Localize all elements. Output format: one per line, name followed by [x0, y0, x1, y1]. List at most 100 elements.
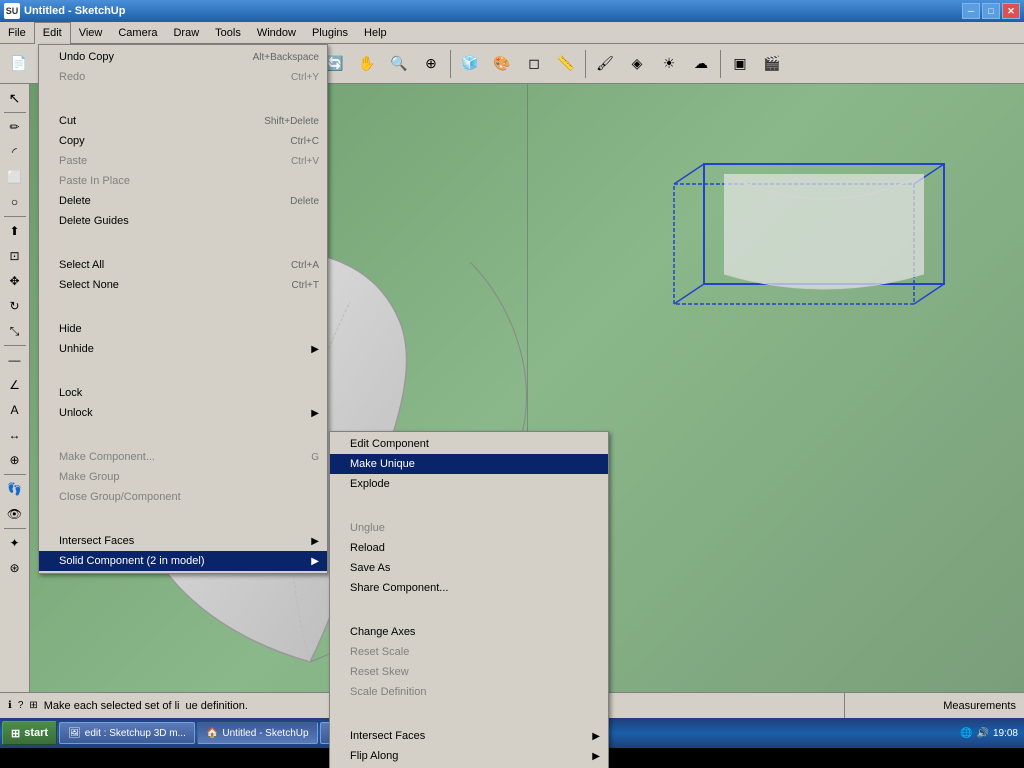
- submenu-edit-component[interactable]: Edit Component: [330, 434, 608, 454]
- shadow-button[interactable]: ☀: [654, 49, 684, 79]
- scene-button[interactable]: 🎬: [757, 49, 787, 79]
- measure-button[interactable]: 📏: [551, 49, 581, 79]
- menu-help[interactable]: Help: [356, 22, 395, 44]
- style-button[interactable]: 🖌: [590, 49, 620, 79]
- rotate-tool[interactable]: ↻: [3, 294, 27, 318]
- submenu-sep-1: [330, 496, 608, 516]
- question-icon: ?: [18, 700, 24, 711]
- circle-tool[interactable]: ○: [3, 190, 27, 214]
- menu-plugins[interactable]: Plugins: [304, 22, 356, 44]
- left-toolbar: ↖ ✏ ◜ ⬜ ○ ⬆ ⊡ ✥ ↻ ⤡ — ∠ A ↔ ⊕ 👣 👁 ✦ ⊛: [0, 84, 30, 692]
- extra-tool[interactable]: ⊛: [3, 556, 27, 580]
- rect-tool[interactable]: ⬜: [3, 165, 27, 189]
- menu-overlay: Undo Copy Alt+Backspace Redo Ctrl+Y Cut …: [30, 84, 1024, 222]
- section-button[interactable]: ◈: [622, 49, 652, 79]
- menu-paste-in-place[interactable]: Paste In Place: [39, 171, 327, 191]
- eraser-button[interactable]: ◻: [519, 49, 549, 79]
- component-button[interactable]: 🧊: [455, 49, 485, 79]
- menubar: File Edit View Camera Draw Tools Window …: [0, 22, 1024, 44]
- menu-select-all[interactable]: Select All Ctrl+A: [39, 255, 327, 275]
- taskbar-icon-1: 🖼: [68, 728, 81, 739]
- taskbar-tray: 🌐 🔊 19:08: [956, 728, 1022, 739]
- zoom-ext-button[interactable]: ⊕: [416, 49, 446, 79]
- section-plane-tool[interactable]: ✦: [3, 531, 27, 555]
- paint-button[interactable]: 🎨: [487, 49, 517, 79]
- menu-edit[interactable]: Edit: [34, 22, 71, 44]
- info-icon: ℹ: [8, 700, 12, 711]
- offset-tool[interactable]: ⊡: [3, 244, 27, 268]
- menu-copy[interactable]: Copy Ctrl+C: [39, 131, 327, 151]
- status-text: Make each selected set of li: [44, 700, 180, 712]
- protractor-tool[interactable]: ∠: [3, 373, 27, 397]
- dimension-tool[interactable]: ↔: [3, 423, 27, 447]
- layer-button[interactable]: ▣: [725, 49, 755, 79]
- menu-view[interactable]: View: [71, 22, 111, 44]
- submenu-explode[interactable]: Explode: [330, 474, 608, 494]
- submenu-unglue[interactable]: Unglue: [330, 518, 608, 538]
- tape-tool[interactable]: —: [3, 348, 27, 372]
- menu-file[interactable]: File: [0, 22, 34, 44]
- menu-hide[interactable]: Hide: [39, 319, 327, 339]
- menu-sep-3: [39, 297, 327, 317]
- arc-tool[interactable]: ◜: [3, 140, 27, 164]
- menu-lock[interactable]: Lock: [39, 383, 327, 403]
- taskbar-label-2: Untitled - SketchUp: [222, 728, 308, 739]
- status-right-text: ue definition.: [186, 700, 248, 712]
- menu-camera[interactable]: Camera: [110, 22, 165, 44]
- menu-sep-5: [39, 425, 327, 445]
- menu-paste[interactable]: Paste Ctrl+V: [39, 151, 327, 171]
- fog-button[interactable]: ☁: [686, 49, 716, 79]
- select-tool[interactable]: ↖: [3, 86, 27, 110]
- new-button[interactable]: 📄: [4, 49, 34, 79]
- submenu-share-component[interactable]: Share Component...: [330, 578, 608, 598]
- speaker-icon: 🔊: [977, 728, 989, 739]
- axes-tool[interactable]: ⊕: [3, 448, 27, 472]
- titlebar-buttons[interactable]: ─ □ ✕: [962, 3, 1020, 19]
- menu-delete-guides[interactable]: Delete Guides: [39, 211, 327, 231]
- canvas-area[interactable]: Undo Copy Alt+Backspace Redo Ctrl+Y Cut …: [30, 84, 1024, 692]
- menu-tools[interactable]: Tools: [207, 22, 249, 44]
- close-button[interactable]: ✕: [1002, 3, 1020, 19]
- start-button[interactable]: ⊞ start: [2, 721, 57, 745]
- edit-menu: Undo Copy Alt+Backspace Redo Ctrl+Y Cut …: [38, 84, 328, 574]
- menu-unhide[interactable]: Unhide ▶: [39, 339, 327, 359]
- pan-button[interactable]: ✋: [352, 49, 382, 79]
- maximize-button[interactable]: □: [982, 3, 1000, 19]
- menu-unlock[interactable]: Unlock ▶: [39, 403, 327, 423]
- measurements-label: Measurements: [844, 693, 1024, 718]
- text-tool[interactable]: A: [3, 398, 27, 422]
- submenu-scale-definition[interactable]: Scale Definition: [330, 682, 608, 692]
- menu-solid-component[interactable]: Solid Component (2 in model) ▶: [39, 551, 327, 571]
- move-tool[interactable]: ✥: [3, 269, 27, 293]
- menu-draw[interactable]: Draw: [165, 22, 207, 44]
- lt-sep-1: [4, 112, 26, 113]
- submenu-save-as[interactable]: Save As: [330, 558, 608, 578]
- menu-redo[interactable]: Redo Ctrl+Y: [39, 84, 327, 87]
- main-layout: ↖ ✏ ◜ ⬜ ○ ⬆ ⊡ ✥ ↻ ⤡ — ∠ A ↔ ⊕ 👣 👁 ✦ ⊛: [0, 84, 1024, 692]
- taskbar-item-2[interactable]: 🏠 Untitled - SketchUp: [197, 722, 318, 744]
- menu-intersect-faces[interactable]: Intersect Faces ▶: [39, 531, 327, 551]
- minimize-button[interactable]: ─: [962, 3, 980, 19]
- submenu-reset-scale[interactable]: Reset Scale: [330, 642, 608, 662]
- menu-make-component[interactable]: Make Component... G: [39, 447, 327, 467]
- toolbar-separator-6: [585, 50, 586, 78]
- submenu-change-axes[interactable]: Change Axes: [330, 622, 608, 642]
- scale-tool[interactable]: ⤡: [3, 319, 27, 343]
- line-tool[interactable]: ✏: [3, 115, 27, 139]
- titlebar: SU Untitled - SketchUp ─ □ ✕: [0, 0, 1024, 22]
- menu-delete[interactable]: Delete Delete: [39, 191, 327, 211]
- submenu-reset-skew[interactable]: Reset Skew: [330, 662, 608, 682]
- push-pull-tool[interactable]: ⬆: [3, 219, 27, 243]
- menu-close-group[interactable]: Close Group/Component: [39, 487, 327, 507]
- zoom-button[interactable]: 🔍: [384, 49, 414, 79]
- submenu-make-unique[interactable]: Make Unique: [330, 454, 608, 474]
- taskbar-icon-2: 🏠: [206, 728, 218, 739]
- menu-window[interactable]: Window: [249, 22, 304, 44]
- walk-tool[interactable]: 👣: [3, 477, 27, 501]
- menu-make-group[interactable]: Make Group: [39, 467, 327, 487]
- lookat-tool[interactable]: 👁: [3, 502, 27, 526]
- submenu-reload[interactable]: Reload: [330, 538, 608, 558]
- menu-cut[interactable]: Cut Shift+Delete: [39, 111, 327, 131]
- taskbar-item-1[interactable]: 🖼 edit : Sketchup 3D m...: [59, 722, 195, 744]
- menu-select-none[interactable]: Select None Ctrl+T: [39, 275, 327, 295]
